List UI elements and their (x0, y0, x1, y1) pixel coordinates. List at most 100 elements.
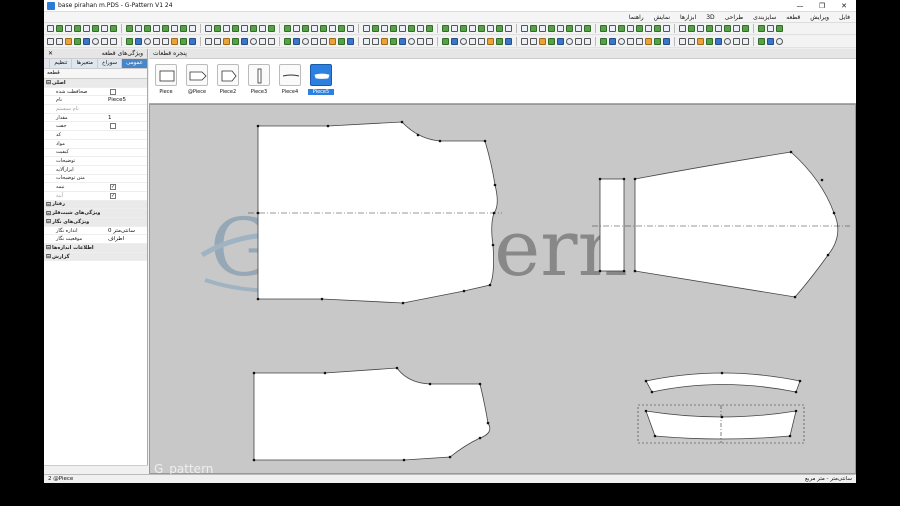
tool-icon[interactable] (530, 38, 537, 45)
tool-icon[interactable] (329, 38, 336, 45)
tool-icon[interactable] (144, 38, 151, 45)
menu-item-3[interactable]: سایزبندی (753, 14, 776, 21)
pattern-point[interactable] (256, 124, 260, 128)
property-value[interactable]: 1 (108, 115, 112, 121)
pattern-point[interactable] (650, 390, 654, 394)
tool-icon[interactable] (442, 25, 449, 32)
tool-icon[interactable] (733, 25, 740, 32)
expand-icon[interactable]: ⊟ (46, 218, 51, 225)
menu-item-7[interactable]: نمایش (654, 14, 670, 21)
property-row[interactable]: نام سیستم (44, 105, 147, 114)
pattern-point[interactable] (256, 297, 260, 301)
pattern-point[interactable] (478, 436, 482, 440)
tool-icon[interactable] (214, 38, 221, 45)
tool-icon[interactable] (232, 38, 239, 45)
tool-icon[interactable] (126, 25, 133, 32)
tool-icon[interactable] (539, 25, 546, 32)
tool-icon[interactable] (329, 25, 336, 32)
tool-icon[interactable] (636, 25, 643, 32)
pattern-point[interactable] (826, 253, 830, 257)
pattern-point[interactable] (416, 133, 420, 137)
pattern-point[interactable] (788, 434, 792, 438)
tool-icon[interactable] (460, 25, 467, 32)
tool-icon[interactable] (663, 38, 670, 45)
property-group[interactable]: ⊟ گزارش (44, 252, 147, 262)
tool-icon[interactable] (83, 38, 90, 45)
tool-icon[interactable] (767, 25, 774, 32)
expand-icon[interactable]: ⊟ (46, 210, 51, 217)
piece-thumbnail[interactable]: Piece (153, 64, 179, 98)
tool-icon[interactable] (101, 38, 108, 45)
tool-icon[interactable] (505, 25, 512, 32)
tool-icon[interactable] (381, 25, 388, 32)
tool-icon[interactable] (557, 25, 564, 32)
tool-icon[interactable] (56, 25, 63, 32)
pattern-point[interactable] (598, 177, 602, 181)
tool-icon[interactable] (557, 38, 564, 45)
tool-icon[interactable] (609, 25, 616, 32)
tool-icon[interactable] (715, 25, 722, 32)
tool-icon[interactable] (241, 38, 248, 45)
tool-icon[interactable] (584, 38, 591, 45)
pattern-point[interactable] (622, 177, 626, 181)
tool-icon[interactable] (487, 25, 494, 32)
tool-icon[interactable] (135, 38, 142, 45)
tool-icon[interactable] (65, 38, 72, 45)
property-checkbox[interactable] (110, 88, 116, 95)
tool-icon[interactable] (688, 38, 695, 45)
pattern-point[interactable] (794, 390, 798, 394)
pattern-piece-collar[interactable] (645, 372, 801, 393)
tool-icon[interactable] (205, 38, 212, 45)
pattern-point[interactable] (720, 415, 724, 419)
pattern-piece-front[interactable] (248, 121, 502, 304)
pattern-point[interactable] (252, 371, 256, 375)
tool-icon[interactable] (171, 25, 178, 32)
tool-icon[interactable] (697, 25, 704, 32)
tool-icon[interactable] (521, 38, 528, 45)
pattern-point[interactable] (400, 120, 404, 124)
pattern-point[interactable] (644, 409, 648, 413)
tool-icon[interactable] (697, 38, 704, 45)
property-row[interactable]: متن توضیحات (44, 175, 147, 184)
property-row[interactable]: کد (44, 131, 147, 140)
menu-item-0[interactable]: فایل (839, 14, 850, 21)
menu-item-2[interactable]: قطعه (786, 14, 800, 21)
tool-icon[interactable] (600, 38, 607, 45)
tool-icon[interactable] (679, 38, 686, 45)
tool-icon[interactable] (311, 38, 318, 45)
pattern-point[interactable] (622, 269, 626, 273)
expand-icon[interactable]: ⊟ (46, 79, 51, 86)
property-group[interactable]: ⊟ اصلی (44, 79, 147, 88)
tool-icon[interactable] (205, 25, 212, 32)
property-row[interactable]: مقدار 1 (44, 114, 147, 123)
tool-icon[interactable] (575, 38, 582, 45)
property-group[interactable]: ⊟ ویژگی‌های نگار (44, 218, 147, 227)
tool-icon[interactable] (390, 25, 397, 32)
tool-icon[interactable] (47, 38, 54, 45)
tool-icon[interactable] (399, 25, 406, 32)
pattern-point[interactable] (395, 366, 399, 370)
pattern-point[interactable] (491, 243, 495, 247)
tool-icon[interactable] (451, 25, 458, 32)
tool-icon[interactable] (618, 38, 625, 45)
tool-icon[interactable] (232, 25, 239, 32)
tab-settings[interactable]: تنظیم (49, 59, 71, 68)
tool-icon[interactable] (259, 25, 266, 32)
tool-icon[interactable] (268, 25, 275, 32)
pattern-point[interactable] (793, 295, 797, 299)
tool-icon[interactable] (347, 25, 354, 32)
pattern-point[interactable] (428, 382, 432, 386)
property-row[interactable]: آینه ✓ (44, 192, 147, 201)
tool-icon[interactable] (83, 25, 90, 32)
tool-icon[interactable] (284, 25, 291, 32)
tool-icon[interactable] (259, 38, 266, 45)
pattern-piece-back[interactable] (253, 367, 491, 461)
pattern-piece-collar-stand-selected[interactable] (637, 404, 805, 444)
tool-icon[interactable] (548, 25, 555, 32)
expand-icon[interactable]: ⊟ (46, 253, 51, 260)
pattern-point[interactable] (492, 211, 496, 215)
tool-icon[interactable] (250, 38, 257, 45)
pattern-point[interactable] (448, 455, 452, 459)
tool-icon[interactable] (214, 25, 221, 32)
tool-icon[interactable] (189, 38, 196, 45)
